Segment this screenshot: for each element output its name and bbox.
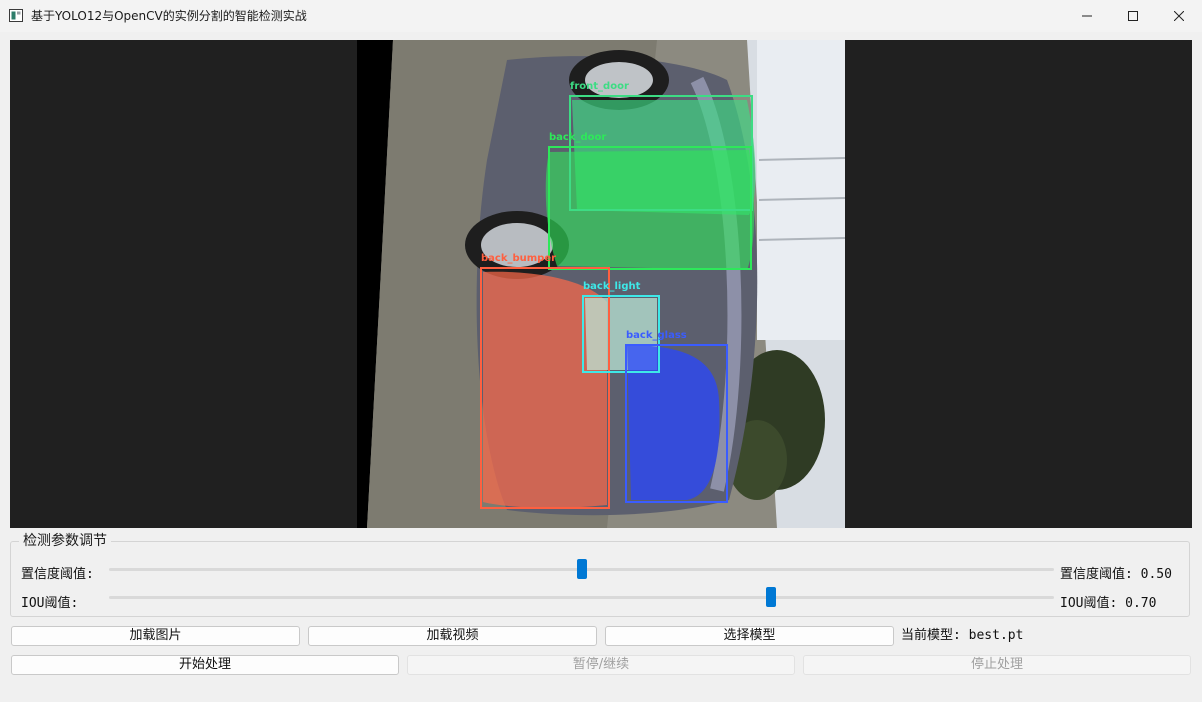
- iou-slider-handle[interactable]: [765, 587, 776, 607]
- detection-label-back-glass: back_glass: [626, 330, 687, 341]
- detection-label-back-door: back_door: [549, 132, 606, 143]
- detection-image: front_door back_door back_bumper back_li…: [357, 40, 845, 528]
- close-button[interactable]: [1156, 0, 1202, 32]
- detection-label-back-bumper: back_bumper: [481, 253, 556, 264]
- stop-button[interactable]: 停止处理: [803, 655, 1191, 675]
- confidence-slider[interactable]: [109, 559, 1054, 579]
- minimize-button[interactable]: [1064, 0, 1110, 32]
- start-button[interactable]: 开始处理: [11, 655, 399, 675]
- select-model-button[interactable]: 选择模型: [605, 626, 894, 646]
- pause-resume-button[interactable]: 暂停/继续: [407, 655, 795, 675]
- maximize-button[interactable]: [1110, 0, 1156, 32]
- params-group-title: 检测参数调节: [19, 533, 111, 549]
- iou-slider-track: [109, 596, 1054, 599]
- iou-label: IOU阈值:: [21, 596, 79, 611]
- confidence-label: 置信度阈值:: [21, 567, 94, 582]
- close-icon: [1174, 11, 1184, 21]
- minimize-icon: [1082, 15, 1092, 17]
- app-window: 基于YOLO12与OpenCV的实例分割的智能检测实战 front_door b…: [0, 0, 1202, 702]
- current-model-label: 当前模型: best.pt: [901, 628, 1024, 643]
- params-group: 检测参数调节 置信度阈值: 置信度阈值: 0.50 IOU阈值: IOU阈值: …: [10, 533, 1190, 617]
- load-video-button[interactable]: 加载视频: [308, 626, 597, 646]
- confidence-slider-handle[interactable]: [576, 559, 587, 579]
- image-display: front_door back_door back_bumper back_li…: [10, 40, 1192, 528]
- iou-slider[interactable]: [109, 587, 1054, 607]
- load-image-button[interactable]: 加载图片: [11, 626, 300, 646]
- segmented-car-image: front_door back_door back_bumper back_li…: [357, 40, 845, 528]
- detection-label-front-door: front_door: [570, 81, 629, 92]
- maximize-icon: [1128, 11, 1138, 21]
- title-bar: 基于YOLO12与OpenCV的实例分割的智能检测实战: [0, 0, 1202, 32]
- window-title: 基于YOLO12与OpenCV的实例分割的智能检测实战: [31, 9, 307, 23]
- confidence-value: 置信度阈值: 0.50: [1060, 567, 1172, 582]
- detection-label-back-light: back_light: [583, 281, 641, 292]
- iou-value: IOU阈值: 0.70: [1060, 596, 1157, 611]
- app-icon: [9, 9, 23, 22]
